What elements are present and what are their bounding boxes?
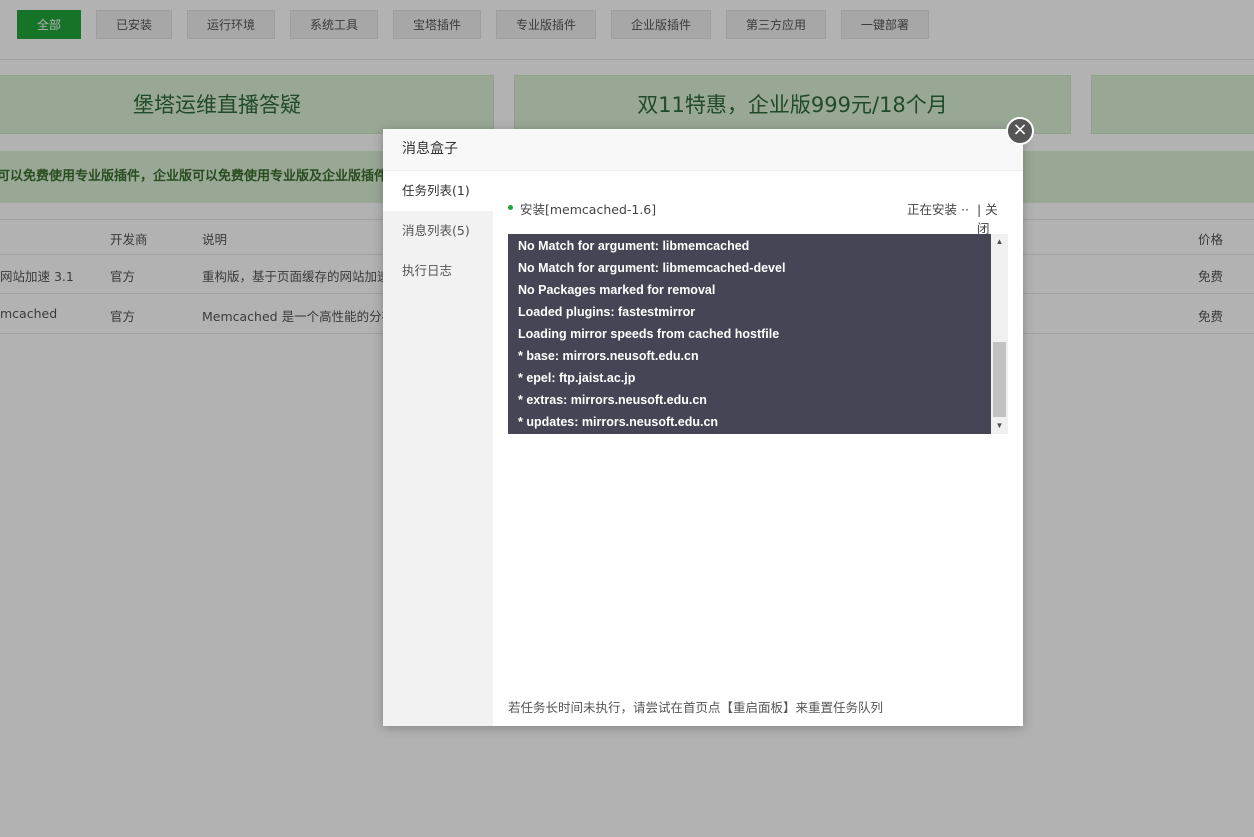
log-line: * extras: mirrors.neusoft.edu.cn [518,393,707,407]
scroll-down-icon[interactable]: ▼ [991,418,1008,434]
task-queue-tip: 若任务长时间未执行，请尝试在首页点【重启面板】来重置任务队列 [508,700,884,715]
sidebar-item-task-list[interactable]: 任务列表(1) [383,171,493,211]
task-status: 正在安装 ·· [907,202,969,217]
install-log-console[interactable]: No Match for argument: libmemcached No M… [508,234,1008,434]
sidebar-item-message-list[interactable]: 消息列表(5) [383,211,493,251]
sidebar-item-exec-log[interactable]: 执行日志 [383,251,493,291]
log-line: Loaded plugins: fastestmirror [518,305,696,319]
log-line: No Match for argument: libmemcached-deve… [518,261,786,275]
modal-close-icon[interactable]: × [1006,117,1034,145]
log-line: No Match for argument: libmemcached [518,239,750,253]
status-dot-icon [508,205,513,210]
log-scrollbar[interactable]: ▲ ▼ [991,234,1008,434]
scrollbar-thumb[interactable] [993,342,1006,417]
log-line: * base: mirrors.neusoft.edu.cn [518,349,699,363]
modal-sidebar: 任务列表(1) 消息列表(5) 执行日志 [383,171,493,726]
task-item: 安装[memcached-1.6] 正在安装 ·· | 关闭 [508,199,1008,236]
scroll-up-icon[interactable]: ▲ [991,234,1008,250]
log-line: * updates: mirrors.neusoft.edu.cn [518,415,719,429]
log-line: * epel: ftp.jaist.ac.jp [518,371,636,385]
message-box-modal: 消息盒子 任务列表(1) 消息列表(5) 执行日志 安装[memcached-1… [383,129,1023,726]
modal-title: 消息盒子 [383,129,1023,171]
log-line: No Packages marked for removal [518,283,716,297]
log-line: Loading mirror speeds from cached hostfi… [518,327,780,341]
task-content: 安装[memcached-1.6] 正在安装 ·· | 关闭 No Match … [493,171,1023,726]
task-close-link[interactable]: | 关闭 [977,199,1008,237]
task-name: 安装[memcached-1.6] [520,202,657,217]
